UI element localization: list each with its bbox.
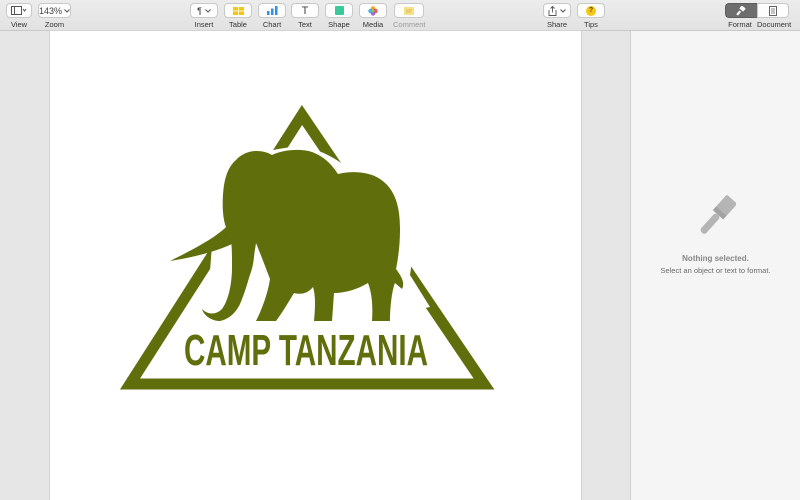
zoom-tool[interactable]: 143% Zoom	[38, 3, 71, 29]
text-button[interactable]: T	[291, 3, 319, 18]
share-tool[interactable]: Share	[543, 3, 571, 29]
inspector-switcher[interactable]: Format Document	[724, 3, 792, 29]
tips-tool[interactable]: ? Tips	[577, 3, 605, 29]
document-page[interactable]: CAMP TANZANIA	[50, 31, 581, 500]
chart-label: Chart	[262, 20, 282, 29]
sidebar-view-icon	[11, 6, 27, 15]
shape-label: Shape	[328, 20, 350, 29]
camp-tanzania-logo[interactable]: CAMP TANZANIA	[50, 31, 581, 500]
comment-button[interactable]	[394, 3, 425, 18]
format-inspector: Nothing selected. Select an object or te…	[630, 31, 800, 500]
share-icon	[548, 5, 557, 16]
share-label: Share	[546, 20, 567, 29]
inspector-empty-title: Nothing selected.	[682, 254, 749, 263]
tips-label: Tips	[584, 20, 598, 29]
tips-icon: ?	[586, 5, 596, 16]
media-label: Media	[362, 20, 384, 29]
media-button[interactable]	[359, 3, 387, 18]
format-button[interactable]	[724, 3, 757, 18]
insert-label: Insert	[194, 20, 214, 29]
bar-chart-icon	[266, 6, 277, 15]
square-shape-icon	[334, 6, 344, 15]
paintbrush-icon	[700, 195, 736, 234]
logo-wordmark: CAMP TANZANIA	[184, 326, 428, 375]
text-label: Text	[298, 20, 312, 29]
shape-tool[interactable]: Shape	[325, 3, 353, 29]
text-tool[interactable]: T Text	[291, 3, 319, 29]
view-tool[interactable]: View	[6, 3, 32, 29]
text-icon: T	[301, 4, 309, 17]
zoom-value: 143%	[39, 5, 63, 16]
document-canvas[interactable]: CAMP TANZANIA	[0, 31, 630, 500]
paintbrush-icon	[736, 5, 746, 15]
tips-button[interactable]: ?	[577, 3, 605, 18]
chart-button[interactable]	[258, 3, 286, 18]
comment-label: Comment	[393, 20, 426, 29]
media-tool[interactable]: Media	[359, 3, 387, 29]
zoom-label: Zoom	[44, 20, 65, 29]
chart-tool[interactable]: Chart	[258, 3, 286, 29]
table-tool[interactable]: Table	[224, 3, 252, 29]
insert-button[interactable]: ¶	[190, 3, 218, 18]
document-label: Document	[757, 20, 792, 29]
share-button[interactable]	[543, 3, 571, 18]
inspector-empty-subtitle: Select an object or text to format.	[660, 266, 771, 275]
comment-tool[interactable]: Comment	[393, 3, 426, 29]
format-label: Format	[728, 20, 752, 29]
photos-flower-icon	[368, 5, 378, 16]
toolbar: View 143% Zoom ¶ Insert Table Chart T Te…	[0, 0, 800, 31]
chevron-down-icon	[560, 8, 566, 13]
table-button[interactable]	[224, 3, 252, 18]
table-icon	[232, 6, 244, 15]
zoom-select[interactable]: 143%	[38, 3, 71, 18]
document-icon	[768, 5, 777, 16]
shape-button[interactable]	[325, 3, 353, 18]
paragraph-icon: ¶	[197, 5, 202, 16]
insert-tool[interactable]: ¶ Insert	[190, 3, 218, 29]
inspector-empty-state: Nothing selected. Select an object or te…	[631, 191, 800, 275]
chevron-down-icon	[205, 8, 211, 13]
view-button[interactable]	[6, 3, 32, 18]
chevron-down-icon	[64, 8, 70, 13]
table-label: Table	[229, 20, 247, 29]
view-label: View	[10, 20, 28, 29]
comment-icon	[404, 6, 415, 15]
document-button[interactable]	[756, 3, 789, 18]
inspector-segmented-control[interactable]	[724, 3, 789, 18]
